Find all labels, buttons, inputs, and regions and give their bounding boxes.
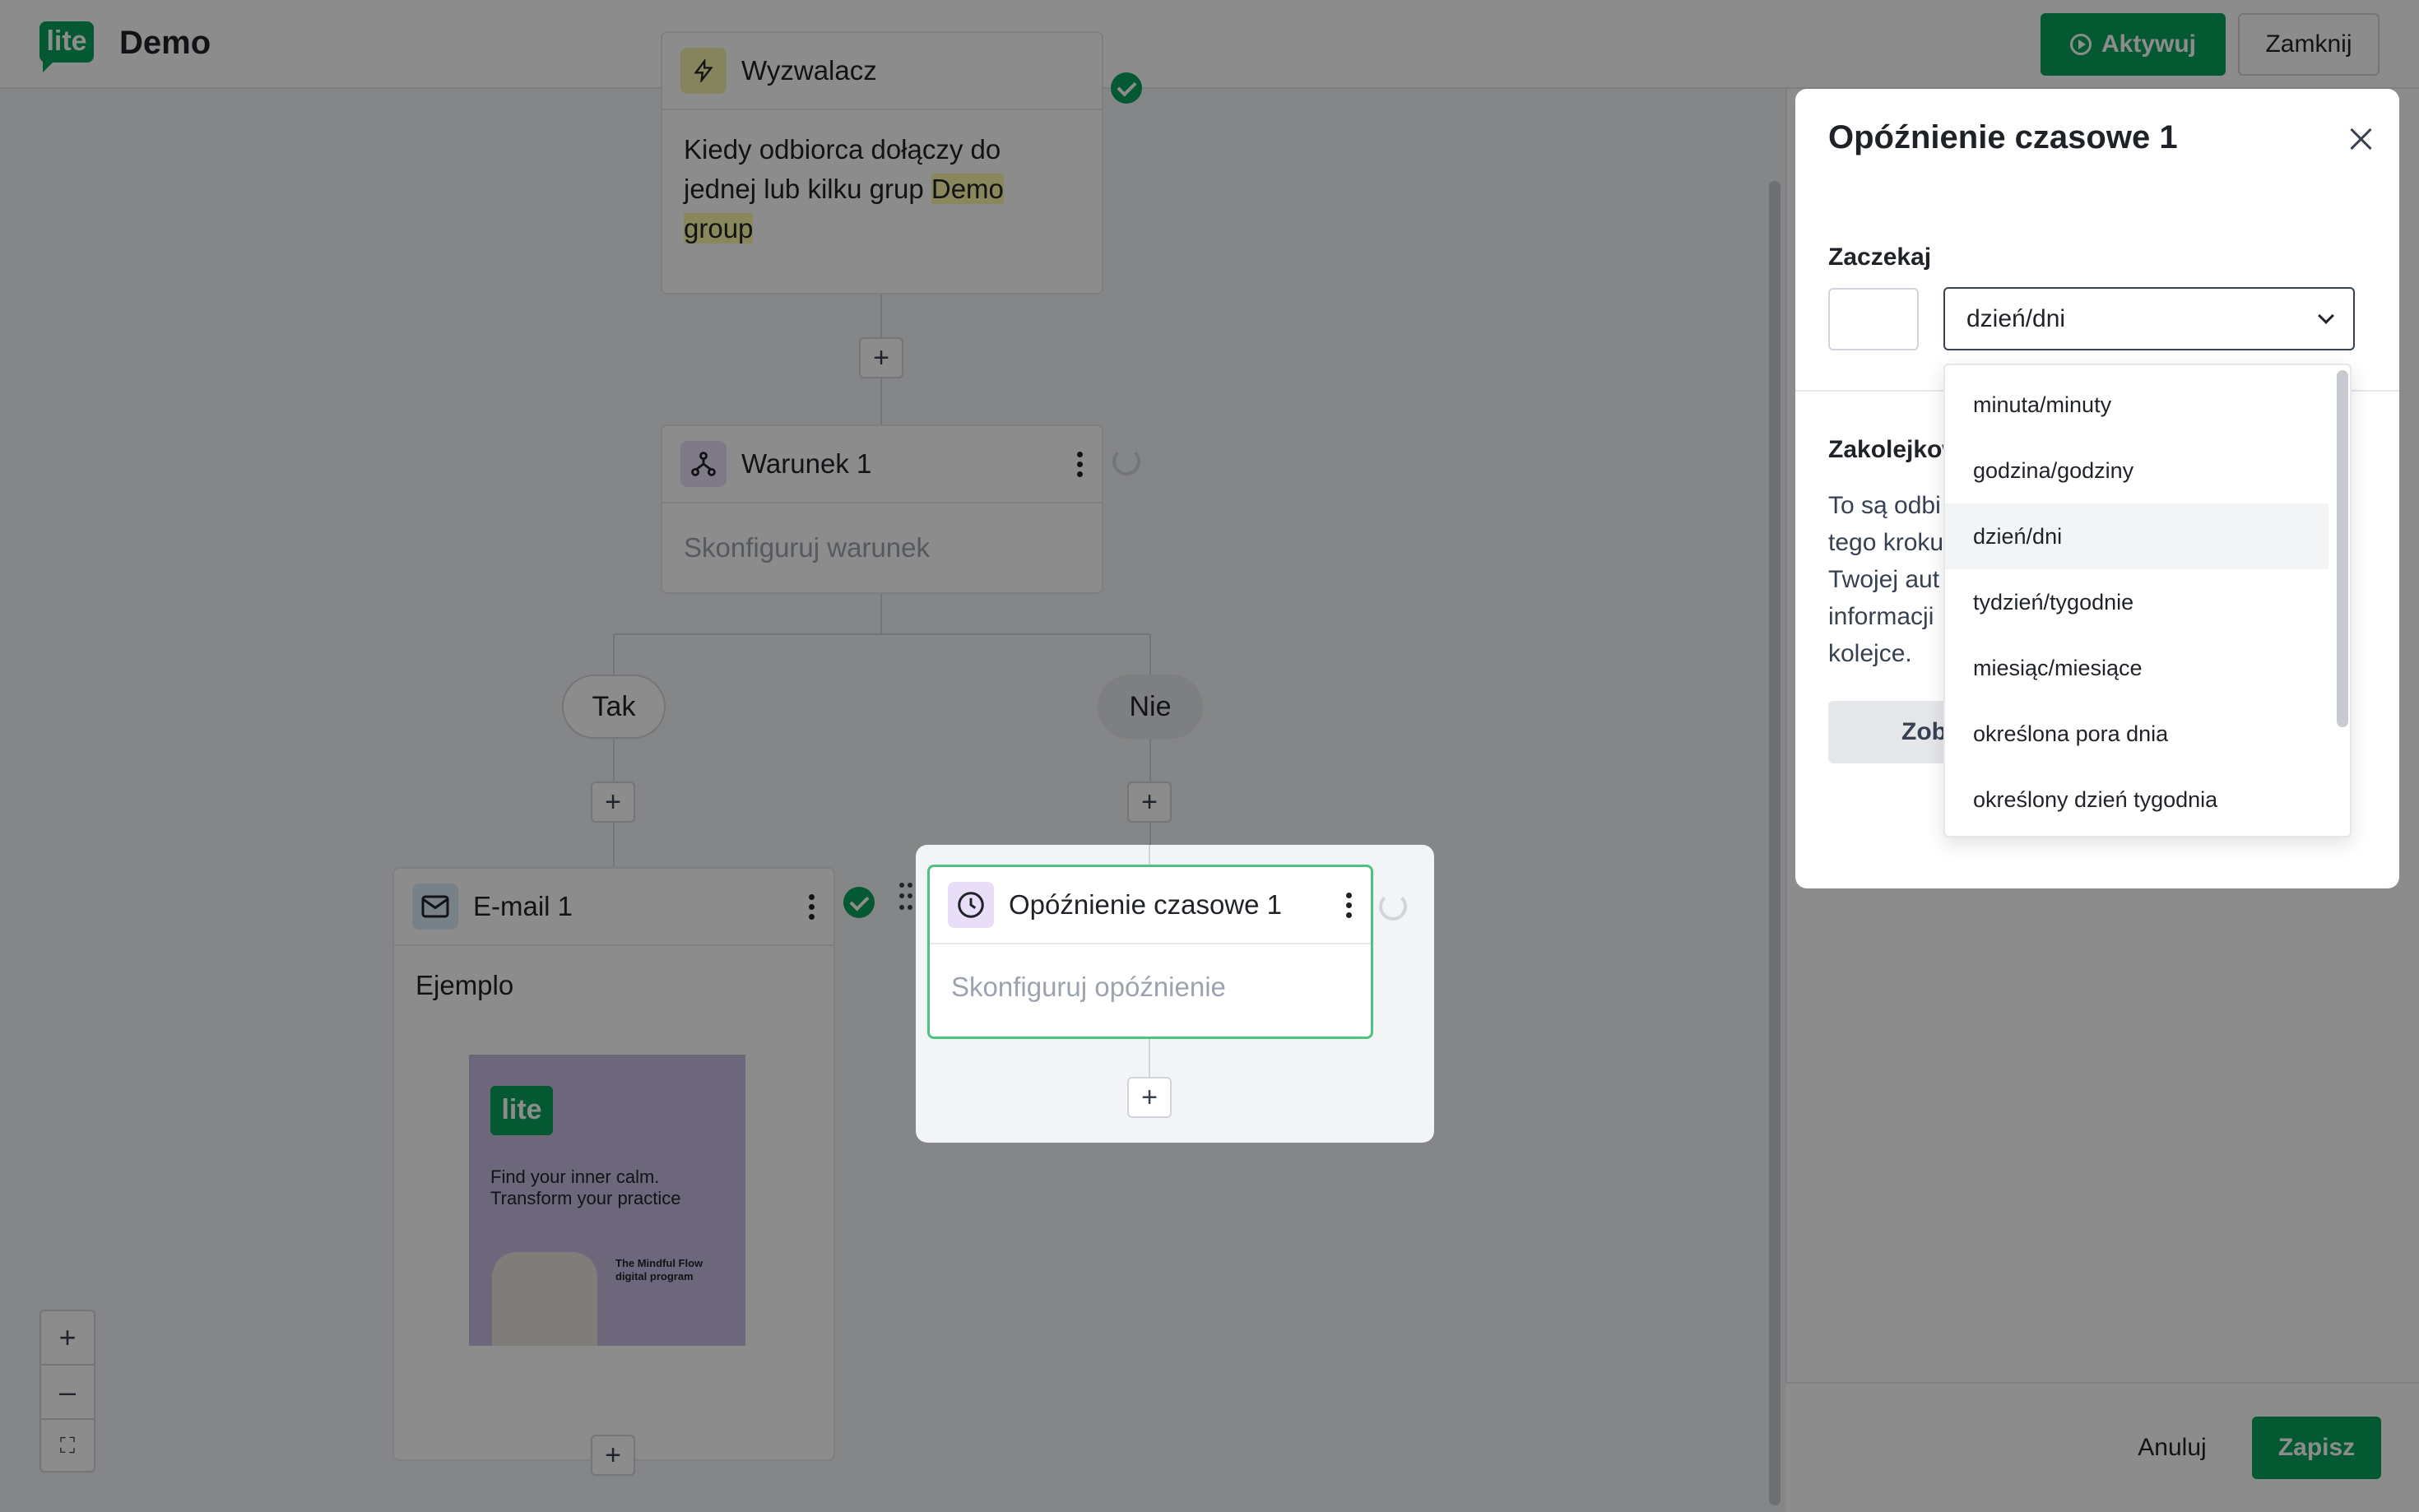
queue-description: To są odbi tego kroku Twojej aut informa… xyxy=(1828,492,1944,667)
wait-amount-input[interactable] xyxy=(1828,288,1919,350)
dropdown-option-selected[interactable]: dzień/dni xyxy=(1945,503,2328,569)
clock-icon xyxy=(948,882,994,928)
dropdown-scrollbar[interactable] xyxy=(2337,370,2348,727)
modal-title: Opóźnienie czasowe 1 xyxy=(1828,119,2178,155)
dropdown-option[interactable]: miesiąc/miesiące xyxy=(1945,635,2328,701)
time-unit-select[interactable]: dzień/dni xyxy=(1943,287,2355,350)
delay-node[interactable]: Opóźnienie czasowe 1 Skonfiguruj opóźnie… xyxy=(927,865,1373,1039)
add-step-button[interactable]: + xyxy=(1127,1077,1172,1118)
delay-placeholder: Skonfiguruj opóźnienie xyxy=(951,972,1226,1002)
focused-step-card: Opóźnienie czasowe 1 Skonfiguruj opóźnie… xyxy=(899,845,1434,1143)
dropdown-option[interactable]: minuta/minuty xyxy=(1945,372,2328,438)
kebab-menu-icon[interactable] xyxy=(1346,892,1353,918)
dropdown-option[interactable]: określony dzień tygodnia xyxy=(1945,767,2328,833)
chevron-down-icon xyxy=(2318,307,2334,324)
view-queue-button[interactable]: Zob xyxy=(1828,701,1952,763)
time-unit-dropdown: minuta/minuty godzina/godziny dzień/dni … xyxy=(1943,364,2352,837)
dropdown-option[interactable]: tydzień/tygodnie xyxy=(1945,569,2328,635)
queue-section-title: Zakolejkow xyxy=(1828,436,1962,463)
delay-title: Opóźnienie czasowe 1 xyxy=(1009,889,1283,920)
time-unit-value: dzień/dni xyxy=(1966,304,2066,332)
drag-handle-icon[interactable] xyxy=(899,883,912,912)
dropdown-option[interactable]: określona pora dnia xyxy=(1945,701,2328,767)
close-icon[interactable] xyxy=(2347,125,2375,153)
loading-icon xyxy=(1379,893,1407,921)
wait-label: Zaczekaj xyxy=(1828,243,1932,271)
dropdown-option[interactable]: godzina/godziny xyxy=(1945,438,2328,503)
